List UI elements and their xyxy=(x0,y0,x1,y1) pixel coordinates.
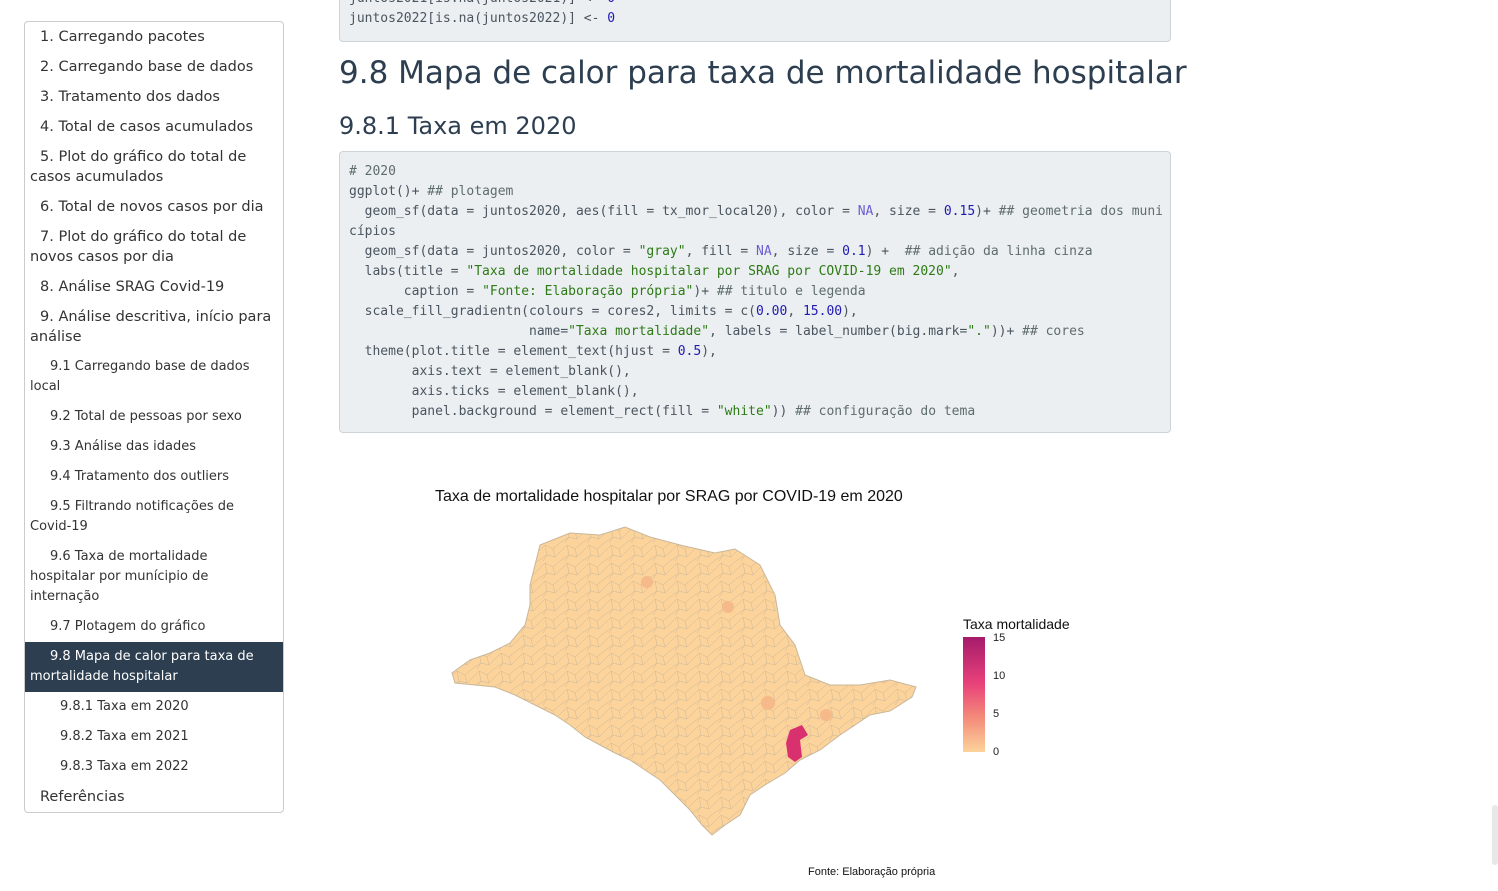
code-line: juntos2021[is.na(juntos2021)] <- 0 xyxy=(349,0,1161,9)
toc-item[interactable]: 6. Total de novos casos por dia xyxy=(25,192,283,222)
code-line: ggplot()+ ## plotagem xyxy=(349,184,514,199)
toc-item[interactable]: 9.4 Tratamento dos outliers xyxy=(25,462,283,492)
code-block-r: # 2020 ggplot()+ ## plotagem geom_sf(data… xyxy=(339,151,1171,433)
code-line: panel.background = element_rect(fill = "… xyxy=(349,404,976,419)
code-block-previous: juntos2021[is.na(juntos2021)] <- 0 juntos… xyxy=(339,0,1171,42)
legend-label-10: 10 xyxy=(993,670,1006,682)
code-line: geom_sf(data = juntos2020, color = "gray… xyxy=(349,244,1093,259)
code-line: theme(plot.title = element_text(hjust = … xyxy=(349,344,717,359)
toc-item[interactable]: 9.2 Total de pessoas por sexo xyxy=(25,402,283,432)
plot-title: Taxa de mortalidade hospitalar por SRAG … xyxy=(435,488,903,505)
toc-item[interactable]: 7. Plot do gráfico do total de novos cas… xyxy=(25,222,283,272)
code-line: scale_fill_gradientn(colours = cores2, l… xyxy=(349,304,858,319)
plot-caption: Fonte: Elaboração própria xyxy=(808,866,936,878)
hotspot xyxy=(761,696,775,710)
hotspot xyxy=(722,601,734,613)
section-heading: 9.8 Mapa de calor para taxa de mortalida… xyxy=(339,55,1187,91)
toc-item[interactable]: 8. Análise SRAG Covid-19 xyxy=(25,272,283,302)
code-line: caption = "Fonte: Elaboração própria")+ … xyxy=(349,284,866,299)
toc-item[interactable]: 9.3 Análise das idades xyxy=(25,432,283,462)
code-line: geom_sf(data = juntos2020, aes(fill = tx… xyxy=(349,204,1164,219)
toc-item[interactable]: 9.7 Plotagem do gráfico xyxy=(25,612,283,642)
legend-colorbar xyxy=(963,637,985,752)
code-line: cípios xyxy=(349,224,396,239)
toc-item[interactable]: 9. Análise descritiva, início para análi… xyxy=(25,302,283,352)
legend-title: Taxa mortalidade xyxy=(963,616,1070,632)
toc-item[interactable]: 3. Tratamento dos dados xyxy=(25,82,283,112)
toc-item[interactable]: 9.8.2 Taxa em 2021 xyxy=(25,722,283,752)
legend-label-5: 5 xyxy=(993,708,1000,720)
toc-item[interactable]: 9.8.3 Taxa em 2022 xyxy=(25,752,283,782)
toc-item[interactable]: 9.6 Taxa de mortalidade hospitalar por m… xyxy=(25,542,283,612)
code-line: axis.text = element_blank(), xyxy=(349,364,631,379)
toc-item[interactable]: 1. Carregando pacotes xyxy=(25,22,283,52)
toc-item[interactable]: 4. Total de casos acumulados xyxy=(25,112,283,142)
code-line: # 2020 xyxy=(349,164,396,179)
code-line: labs(title = "Taxa de mortalidade hospit… xyxy=(349,264,960,279)
toc-item[interactable]: 9.1 Carregando base de dados local xyxy=(25,352,283,402)
sao-paulo-map xyxy=(451,526,917,836)
table-of-contents: 1. Carregando pacotes 2. Carregando base … xyxy=(24,21,284,813)
toc-item[interactable]: 2. Carregando base de dados xyxy=(25,52,283,82)
code-line: axis.ticks = element_blank(), xyxy=(349,384,639,399)
toc-item[interactable]: 9.8.1 Taxa em 2020 xyxy=(25,692,283,722)
legend-label-15: 15 xyxy=(993,632,1006,644)
scrollbar-thumb[interactable] xyxy=(1492,805,1498,865)
toc-item[interactable]: 9.8 Mapa de calor para taxa de mortalida… xyxy=(25,642,283,692)
subsection-heading: 9.8.1 Taxa em 2020 xyxy=(339,112,577,140)
heatmap-plot: Taxa de mortalidade hospitalar por SRAG … xyxy=(430,480,1110,885)
toc-item[interactable]: 9.5 Filtrando notificações de Covid-19 xyxy=(25,492,283,542)
legend-label-0: 0 xyxy=(993,746,1000,758)
code-line: juntos2022[is.na(juntos2022)] <- 0 xyxy=(349,11,616,26)
code-line: name="Taxa mortalidade", labels = label_… xyxy=(349,324,1085,339)
toc-item[interactable]: Referências xyxy=(25,782,283,812)
hotspot xyxy=(641,576,653,588)
hotspot xyxy=(820,709,832,721)
toc-item[interactable]: 5. Plot do gráfico do total de casos acu… xyxy=(25,142,283,192)
